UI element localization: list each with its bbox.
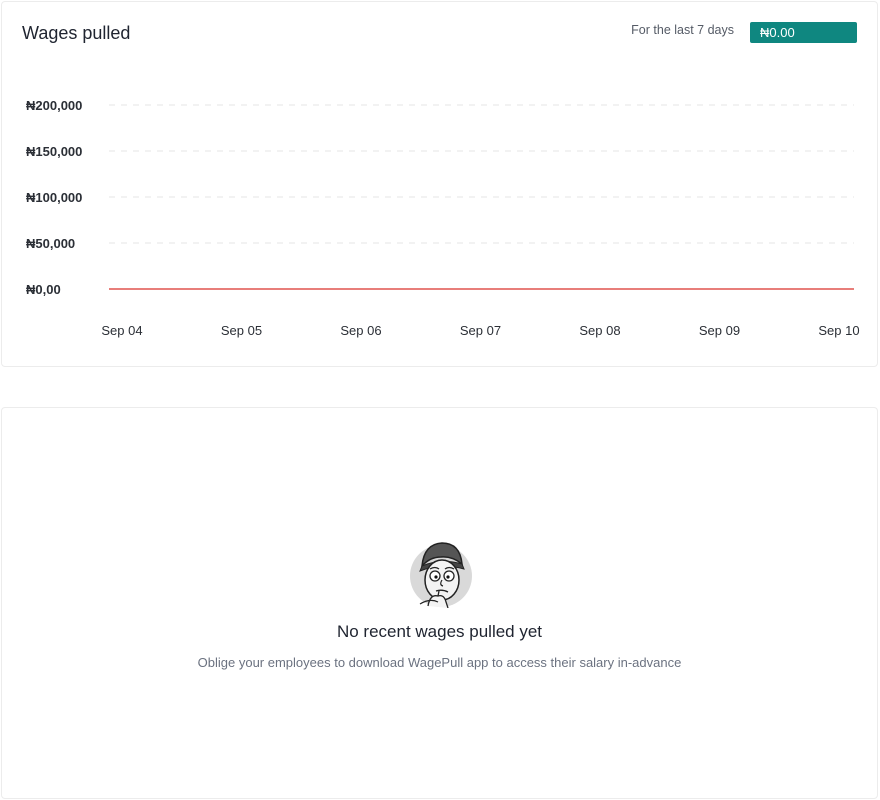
y-tick-label: ₦150,000: [26, 144, 82, 159]
empty-state-title: No recent wages pulled yet: [336, 622, 543, 641]
y-tick-label: ₦100,000: [26, 190, 82, 205]
y-tick-label: ₦0,00: [26, 282, 61, 297]
y-tick-label: ₦50,000: [26, 236, 75, 251]
confused-face-illustration: [410, 542, 472, 608]
x-tick-label: Sep 09: [699, 323, 740, 338]
x-tick-label: Sep 10: [818, 323, 859, 338]
x-tick-label: Sep 07: [460, 323, 501, 338]
y-tick-label: ₦200,000: [26, 98, 82, 113]
empty-state-subtitle: Oblige your employees to download WagePu…: [197, 655, 682, 670]
x-tick-label: Sep 08: [579, 323, 620, 338]
x-tick-label: Sep 04: [101, 323, 142, 338]
x-tick-label: Sep 05: [221, 323, 262, 338]
wages-line-chart: ₦0,00 ₦50,000 ₦100,000 ₦150,000 ₦200,000 Sep …: [26, 98, 860, 338]
wages-pulled-card: Wages pulled For the last 7 days ₦0.00 ₦…: [1, 1, 878, 367]
x-tick-label: Sep 06: [340, 323, 381, 338]
recent-wages-card: No recent wages pulled yet Oblige your e…: [1, 407, 878, 799]
